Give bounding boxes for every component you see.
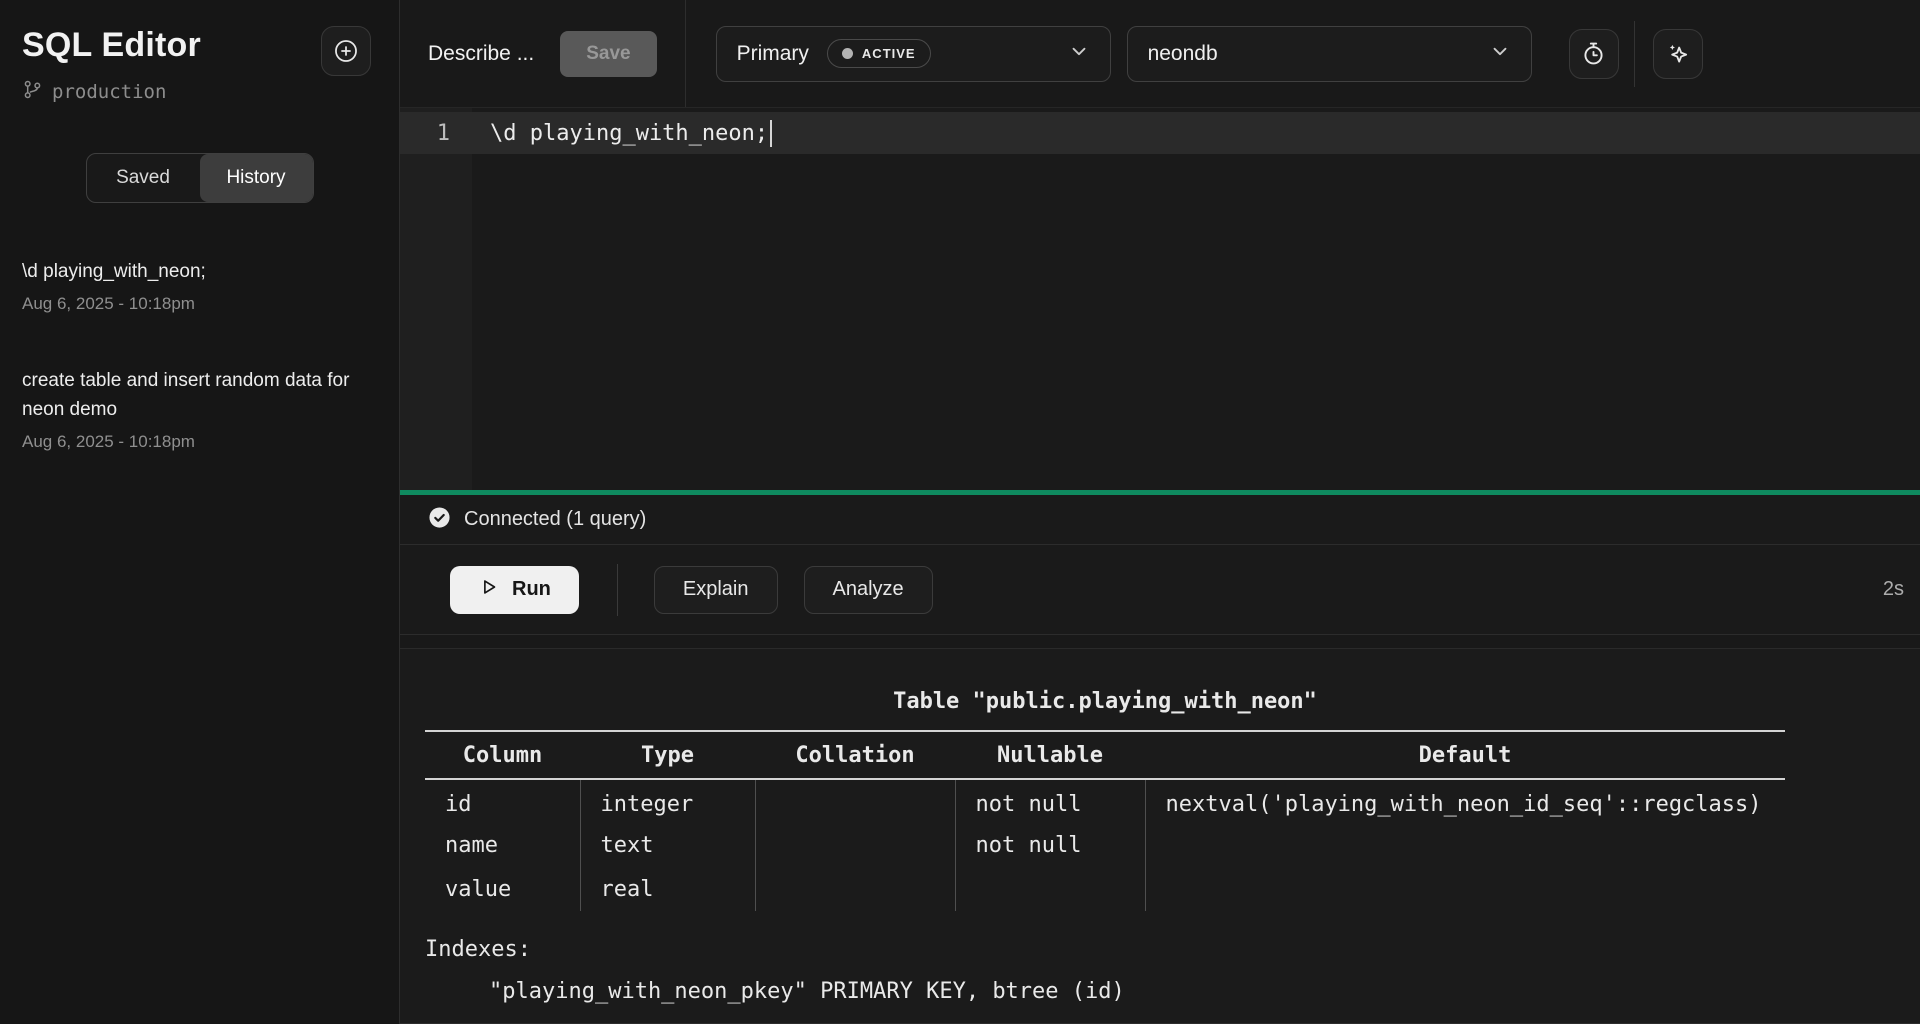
cell [955,867,1145,911]
history-item[interactable]: create table and insert random data for … [22,366,371,452]
branch-name: production [52,81,166,103]
branch-indicator: production [22,79,201,105]
result-table: Column Type Collation Nullable Default i… [425,730,1785,911]
panel-gap [400,635,1920,648]
chevron-down-icon [1068,40,1090,67]
stopwatch-icon [1580,40,1607,67]
cell [1145,867,1785,911]
table-row: value real [425,867,1785,911]
saved-history-tabs: Saved History [86,153,314,203]
check-circle-icon [428,506,451,534]
status-bar: Connected (1 query) [400,495,1920,545]
history-item[interactable]: \d playing_with_neon; Aug 6, 2025 - 10:1… [22,257,371,314]
sql-editor[interactable]: 1 \d playing_with_neon; [400,107,1920,490]
indexes-label: Indexes: [425,929,1920,971]
column-header: Type [580,731,755,779]
run-button-label: Run [512,578,551,601]
chevron-down-icon [1489,40,1511,67]
branch-selector-value: Primary [737,42,809,66]
topbar-divider [685,0,686,107]
status-badge-label: ACTIVE [862,46,916,61]
results-panel: Table "public.playing_with_neon" Column … [400,648,1920,1023]
code-line: \d playing_with_neon; [490,121,768,146]
cell: text [580,823,755,867]
topbar: Describe ... Save Primary ACTIVE neondb [400,0,1920,107]
database-selector[interactable]: neondb [1127,26,1532,82]
text-caret [770,120,772,147]
main-panel: Describe ... Save Primary ACTIVE neondb [400,0,1920,1024]
query-title: Describe ... [428,42,534,66]
cell: name [425,823,580,867]
active-dot-icon [842,48,853,59]
history-date: Aug 6, 2025 - 10:18pm [22,294,371,314]
run-button[interactable]: Run [450,566,579,614]
indexes-section: Indexes: "playing_with_neon_pkey" PRIMAR… [425,929,1920,1013]
editor-active-line[interactable]: 1 \d playing_with_neon; [400,112,1920,154]
ai-assist-button[interactable] [1653,29,1703,79]
tab-saved[interactable]: Saved [87,154,200,202]
history-date: Aug 6, 2025 - 10:18pm [22,432,371,452]
column-header: Collation [755,731,955,779]
cell: id [425,779,580,823]
git-branch-icon [22,79,43,105]
new-query-button[interactable] [321,26,371,76]
topbar-divider [1634,21,1635,87]
sparkle-icon [1664,40,1692,68]
table-header-row: Column Type Collation Nullable Default [425,731,1785,779]
cell: nextval('playing_with_neon_id_seq'::regc… [1145,779,1785,823]
index-entry: "playing_with_neon_pkey" PRIMARY KEY, bt… [425,971,1920,1013]
cell [755,867,955,911]
tab-history[interactable]: History [200,154,313,202]
column-header: Default [1145,731,1785,779]
cell: not null [955,779,1145,823]
history-query: \d playing_with_neon; [22,257,352,286]
column-header: Nullable [955,731,1145,779]
history-list: \d playing_with_neon; Aug 6, 2025 - 10:1… [0,257,399,452]
table-row: id integer not null nextval('playing_wit… [425,779,1785,823]
cell: real [580,867,755,911]
result-table-title: Table "public.playing_with_neon" [425,689,1785,714]
cell [1145,823,1785,867]
cell [755,779,955,823]
sidebar: SQL Editor production [0,0,400,1024]
cell: integer [580,779,755,823]
play-icon [478,576,500,604]
query-toolbar: Run Explain Analyze 2s [400,545,1920,635]
history-query: create table and insert random data for … [22,366,352,424]
circle-plus-icon [332,37,360,65]
database-selector-value: neondb [1148,42,1218,66]
explain-button[interactable]: Explain [654,566,778,614]
column-header: Column [425,731,580,779]
query-duration: 2s [1883,578,1908,601]
app-root: SQL Editor production [0,0,1920,1024]
branch-selector[interactable]: Primary ACTIVE [716,26,1111,82]
editor-gutter [400,108,472,490]
cell [755,823,955,867]
save-button[interactable]: Save [560,31,656,77]
table-row: name text not null [425,823,1785,867]
query-history-button[interactable] [1569,29,1619,79]
sidebar-header: SQL Editor production [0,0,399,105]
toolbar-divider [617,564,618,616]
cell: not null [955,823,1145,867]
line-number: 1 [400,121,472,146]
page-title: SQL Editor [22,26,201,65]
analyze-button[interactable]: Analyze [804,566,933,614]
status-badge: ACTIVE [827,39,931,68]
connection-status: Connected (1 query) [464,508,646,531]
cell: value [425,867,580,911]
